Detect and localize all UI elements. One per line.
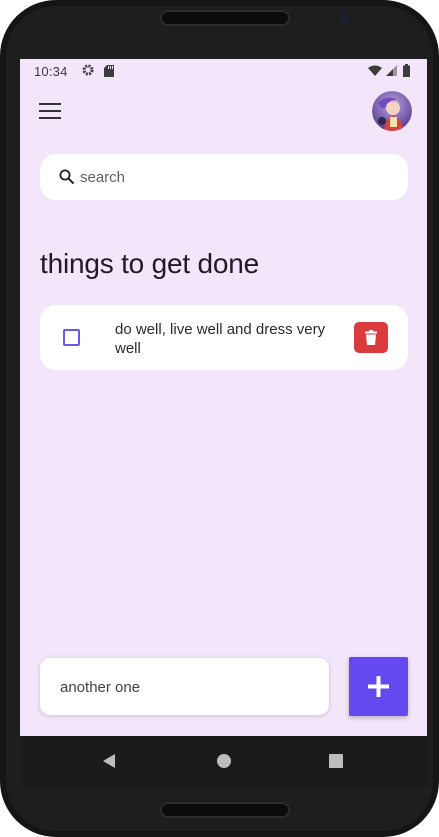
settings-icon: [82, 64, 94, 76]
search-bar[interactable]: [40, 154, 408, 200]
trash-icon: [365, 330, 377, 345]
front-camera: [339, 12, 351, 24]
status-bar: 10:34: [20, 59, 427, 83]
plus-icon: [368, 676, 389, 697]
todo-checkbox[interactable]: [63, 329, 80, 346]
app-screen: 10:34 search things to get done do well,…: [20, 59, 427, 736]
search-icon: [59, 169, 75, 185]
wifi-icon: [368, 65, 382, 76]
add-todo-button[interactable]: [349, 657, 408, 716]
search-input[interactable]: [80, 165, 390, 189]
page-title: things to get done: [40, 248, 260, 279]
recents-icon[interactable]: [329, 754, 343, 768]
new-todo-input[interactable]: [60, 675, 310, 699]
sd-card-icon: [104, 65, 114, 77]
earpiece-speaker: [160, 10, 290, 26]
back-icon[interactable]: [101, 753, 117, 769]
battery-icon: [403, 64, 410, 77]
user-avatar[interactable]: [372, 91, 412, 131]
hamburger-menu-icon[interactable]: [38, 101, 62, 121]
todo-text: do well, live well and dress very well: [115, 321, 326, 357]
delete-todo-button[interactable]: [354, 322, 388, 353]
android-nav-bar: [20, 736, 427, 786]
todo-item: do well, live well and dress very well: [40, 305, 408, 370]
status-time: 10:34: [34, 64, 68, 79]
new-todo-field[interactable]: [40, 658, 329, 715]
todo-list: do well, live well and dress very well: [40, 305, 408, 370]
bottom-speaker: [160, 802, 290, 818]
cell-signal-icon: [386, 65, 397, 76]
home-icon[interactable]: [217, 754, 231, 768]
